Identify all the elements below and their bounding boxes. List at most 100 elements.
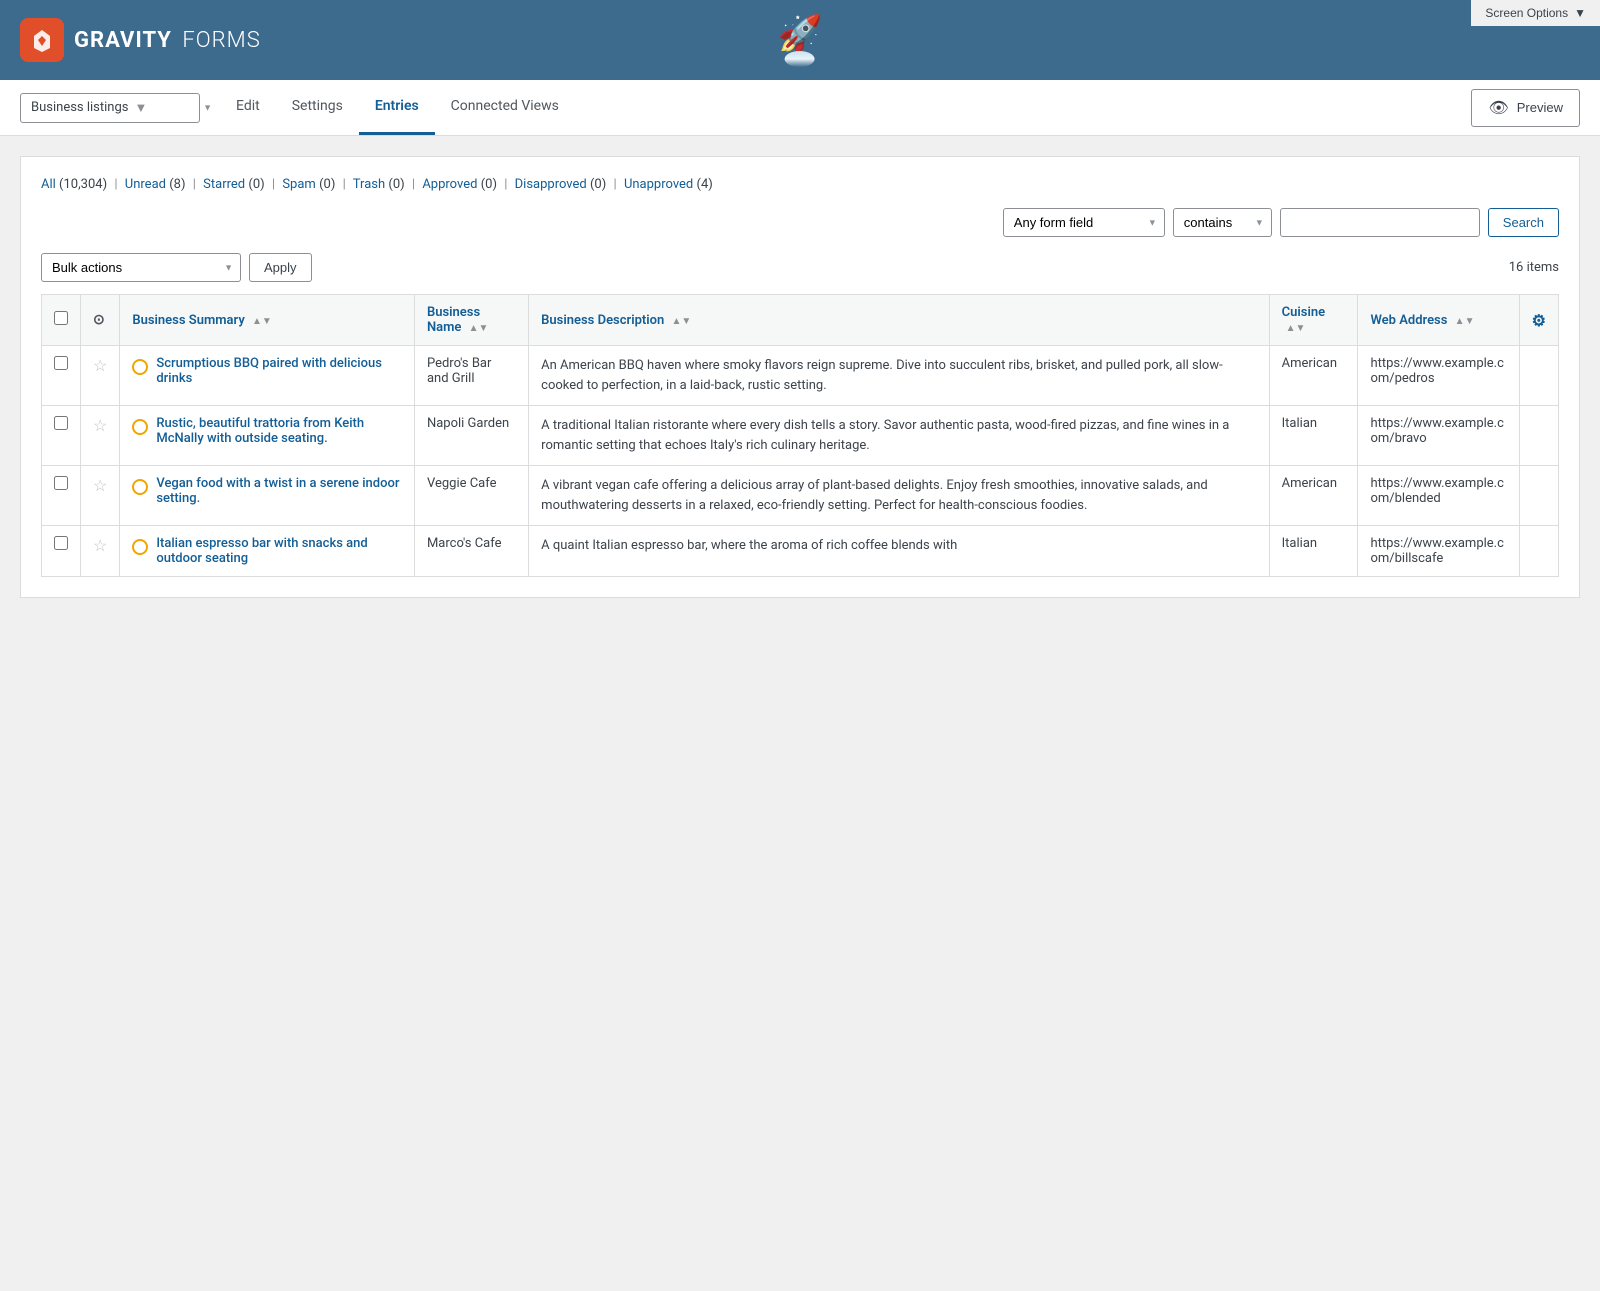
sort-business-description-icon: ▲▼ — [672, 316, 692, 327]
bulk-row: Bulk actions Mark as Read Mark as Unread… — [41, 253, 1559, 282]
star-icon[interactable]: ☆ — [93, 476, 107, 495]
logo-area: GRAVITY FORMS — [20, 18, 261, 62]
business-summary-link[interactable]: Italian espresso bar with snacks and out… — [156, 536, 402, 566]
chevron-down-icon: ▼ — [1574, 6, 1586, 20]
rocket-icon: 🚀 — [778, 13, 823, 55]
row-gear-cell — [1519, 346, 1558, 406]
star-icon[interactable]: ☆ — [93, 416, 107, 435]
row-status-summary-cell: Scrumptious BBQ paired with delicious dr… — [120, 346, 415, 406]
table-row: ☆ Italian espresso bar with snacks and o… — [42, 526, 1559, 577]
row-cuisine: American — [1269, 346, 1358, 406]
tab-edit[interactable]: Edit — [220, 80, 276, 135]
row-web-address: https://www.example.com/blended — [1358, 466, 1519, 526]
filter-all[interactable]: All — [41, 177, 56, 192]
content-area: All (10,304) | Unread (8) | Starred (0) … — [0, 136, 1600, 1267]
apply-button[interactable]: Apply — [249, 253, 312, 282]
status-dot — [132, 359, 148, 375]
row-web-address: https://www.example.com/bravo — [1358, 406, 1519, 466]
table-row: ☆ Scrumptious BBQ paired with delicious … — [42, 346, 1559, 406]
header-icon: ⊙ — [93, 312, 105, 328]
status-dot — [132, 419, 148, 435]
field-select[interactable]: Any form field Business Summary Business… — [1003, 208, 1165, 237]
row-cuisine: Italian — [1269, 526, 1358, 577]
row-star-cell: ☆ — [81, 406, 120, 466]
row-gear-cell — [1519, 526, 1558, 577]
row-checkbox-cell — [42, 526, 81, 577]
sort-business-summary-icon: ▲▼ — [252, 316, 272, 327]
search-button[interactable]: Search — [1488, 208, 1559, 237]
header-star-col: ⊙ — [81, 295, 120, 346]
filter-unapproved[interactable]: Unapproved — [624, 177, 693, 192]
sort-business-name-icon: ▲▼ — [469, 323, 489, 334]
row-cuisine: American — [1269, 466, 1358, 526]
row-checkbox-cell — [42, 346, 81, 406]
preview-button[interactable]: 👁 Preview — [1471, 89, 1580, 127]
bulk-left: Bulk actions Mark as Read Mark as Unread… — [41, 253, 312, 282]
row-business-description: An American BBQ haven where smoky flavor… — [529, 346, 1269, 406]
nav-tabs: Edit Settings Entries Connected Views — [220, 80, 1471, 135]
row-status-summary-cell: Vegan food with a twist in a serene indo… — [120, 466, 415, 526]
select-all-checkbox[interactable] — [54, 311, 68, 325]
table-header-row: ⊙ Business Summary ▲▼ Business Name ▲▼ B… — [42, 295, 1559, 346]
tab-entries[interactable]: Entries — [359, 80, 435, 135]
row-status-summary-cell: Rustic, beautiful trattoria from Keith M… — [120, 406, 415, 466]
rocket-decoration: 🚀 — [778, 13, 823, 67]
nav-bar: Business listings ▼ Edit Settings Entrie… — [0, 80, 1600, 136]
header-business-description[interactable]: Business Description ▲▼ — [529, 295, 1269, 346]
search-row: Any form field Business Summary Business… — [41, 208, 1559, 237]
row-checkbox[interactable] — [54, 536, 68, 550]
filter-trash[interactable]: Trash — [353, 177, 385, 192]
table-row: ☆ Vegan food with a twist in a serene in… — [42, 466, 1559, 526]
gear-icon[interactable]: ⚙ — [1532, 311, 1546, 330]
row-gear-cell — [1519, 466, 1558, 526]
header-gear-col: ⚙ — [1519, 295, 1558, 346]
bulk-actions-select[interactable]: Bulk actions Mark as Read Mark as Unread… — [41, 253, 241, 282]
header-cuisine[interactable]: Cuisine ▲▼ — [1269, 295, 1358, 346]
row-checkbox-cell — [42, 466, 81, 526]
row-cuisine: Italian — [1269, 406, 1358, 466]
filter-approved[interactable]: Approved — [422, 177, 477, 192]
form-selector-chevron-icon: ▼ — [135, 100, 148, 116]
filter-disapproved[interactable]: Disapproved — [515, 177, 587, 192]
field-select-wrapper: Any form field Business Summary Business… — [1003, 208, 1165, 237]
row-checkbox[interactable] — [54, 476, 68, 490]
condition-select[interactable]: contains is is not starts with ends with — [1173, 208, 1272, 237]
business-summary-link[interactable]: Vegan food with a twist in a serene indo… — [156, 476, 402, 506]
row-business-name: Marco's Cafe — [414, 526, 528, 577]
header-web-address[interactable]: Web Address ▲▼ — [1358, 295, 1519, 346]
header-business-summary[interactable]: Business Summary ▲▼ — [120, 295, 415, 346]
business-summary-link[interactable]: Rustic, beautiful trattoria from Keith M… — [156, 416, 402, 446]
logo-text: GRAVITY FORMS — [74, 28, 261, 53]
form-selector[interactable]: Business listings ▼ — [20, 93, 200, 123]
star-icon[interactable]: ☆ — [93, 356, 107, 375]
form-selector-wrapper: Business listings ▼ — [20, 93, 220, 123]
row-business-name: Veggie Cafe — [414, 466, 528, 526]
row-business-description: A vibrant vegan cafe offering a deliciou… — [529, 466, 1269, 526]
screen-options-button[interactable]: Screen Options ▼ — [1471, 0, 1600, 26]
row-star-cell: ☆ — [81, 346, 120, 406]
filter-spam[interactable]: Spam — [282, 177, 316, 192]
row-web-address: https://www.example.com/billscafe — [1358, 526, 1519, 577]
filter-starred[interactable]: Starred — [203, 177, 245, 192]
gravity-forms-logo-icon — [20, 18, 64, 62]
business-summary-link[interactable]: Scrumptious BBQ paired with delicious dr… — [156, 356, 402, 386]
row-star-cell: ☆ — [81, 466, 120, 526]
sort-cuisine-icon: ▲▼ — [1286, 323, 1306, 334]
rocket-exhaust — [785, 51, 815, 67]
star-icon[interactable]: ☆ — [93, 536, 107, 555]
header-business-name[interactable]: Business Name ▲▼ — [414, 295, 528, 346]
row-checkbox[interactable] — [54, 356, 68, 370]
search-input[interactable] — [1280, 208, 1480, 237]
entries-content: All (10,304) | Unread (8) | Starred (0) … — [20, 156, 1580, 598]
tab-connected-views[interactable]: Connected Views — [435, 80, 575, 135]
tab-settings[interactable]: Settings — [276, 80, 359, 135]
row-status-summary-cell: Italian espresso bar with snacks and out… — [120, 526, 415, 577]
row-star-cell: ☆ — [81, 526, 120, 577]
table-row: ☆ Rustic, beautiful trattoria from Keith… — [42, 406, 1559, 466]
row-business-name: Napoli Garden — [414, 406, 528, 466]
condition-select-wrapper: contains is is not starts with ends with — [1173, 208, 1272, 237]
filter-unread[interactable]: Unread — [125, 177, 166, 192]
sort-web-address-icon: ▲▼ — [1455, 316, 1475, 327]
row-checkbox[interactable] — [54, 416, 68, 430]
bulk-actions-wrapper: Bulk actions Mark as Read Mark as Unread… — [41, 253, 241, 282]
